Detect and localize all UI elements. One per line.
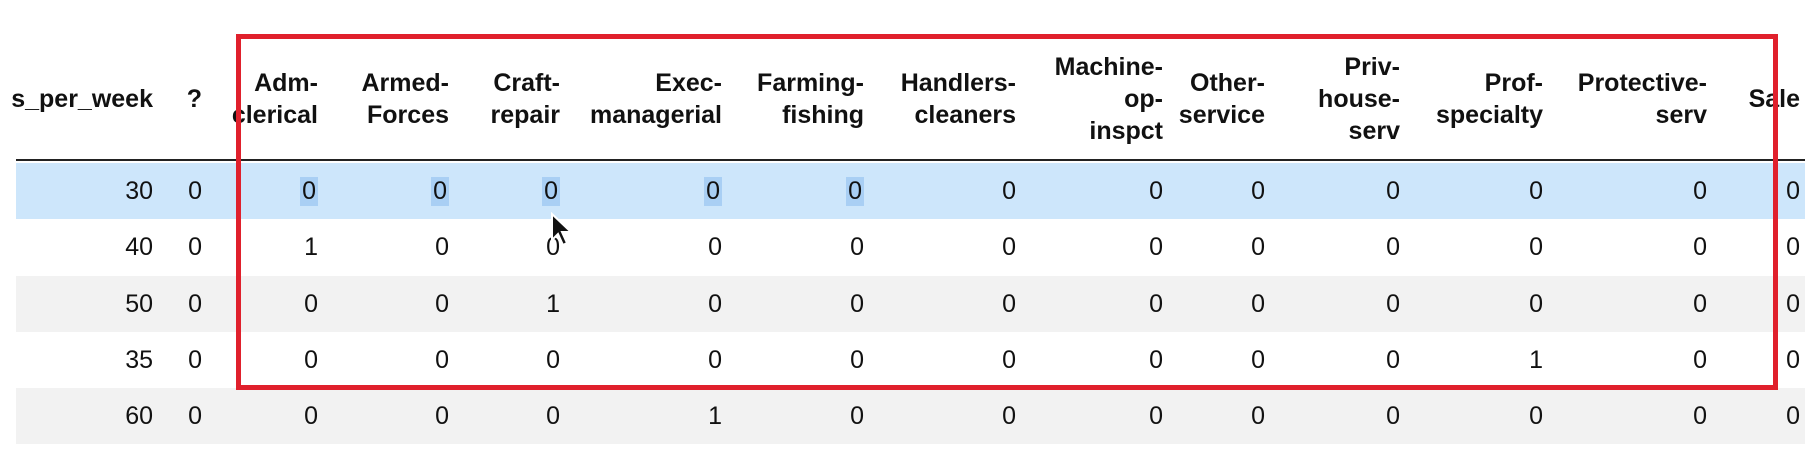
table-cell[interactable]: 0 <box>602 332 722 388</box>
table-cell[interactable]: 0 <box>198 276 318 332</box>
table-cell[interactable]: 1 <box>1423 332 1543 388</box>
table-cell[interactable]: 0 <box>1145 276 1265 332</box>
table-cell[interactable]: 0 <box>1423 163 1543 219</box>
table-row[interactable]: 40 0 1 0 0 0 0 0 0 0 0 0 0 0 <box>16 219 1805 275</box>
table-cell[interactable]: 0 <box>1280 276 1400 332</box>
table-cell[interactable]: 0 <box>744 388 864 444</box>
table-row[interactable]: 35 0 0 0 0 0 0 0 0 0 0 1 0 0 <box>16 332 1805 388</box>
table-cell[interactable]: 0 <box>896 388 1016 444</box>
table-cell[interactable]: 0 <box>82 276 202 332</box>
table-cell[interactable]: 0 <box>1680 388 1800 444</box>
header-divider <box>16 159 1805 161</box>
table-cell[interactable]: 0 <box>1680 332 1800 388</box>
table-cell[interactable]: 0 <box>896 219 1016 275</box>
column-header[interactable]: Sale <box>1580 40 1800 158</box>
table-cell[interactable]: 0 <box>82 163 202 219</box>
mouse-cursor-icon <box>551 212 574 247</box>
table-cell[interactable]: 0 <box>1680 219 1800 275</box>
table-cell[interactable]: 1 <box>602 388 722 444</box>
table-cell[interactable]: 0 <box>744 332 864 388</box>
table-cell[interactable]: 0 <box>1280 219 1400 275</box>
table-cell[interactable]: 0 <box>1423 219 1543 275</box>
table-cell[interactable]: 0 <box>1680 163 1800 219</box>
table-cell[interactable]: 1 <box>440 276 560 332</box>
table-cell[interactable]: 0 <box>896 276 1016 332</box>
table-cell[interactable]: 0 <box>744 276 864 332</box>
table-cell[interactable]: 0 <box>1145 219 1265 275</box>
table-cell[interactable]: 0 <box>744 163 864 219</box>
table-cell[interactable]: 0 <box>1280 163 1400 219</box>
table-row[interactable]: 50 0 0 0 1 0 0 0 0 0 0 0 0 0 <box>16 276 1805 332</box>
table-cell[interactable]: 0 <box>198 332 318 388</box>
table-cell[interactable]: 0 <box>440 163 560 219</box>
table-row[interactable]: 30 0 0 0 0 0 0 0 0 0 0 0 0 0 <box>16 163 1805 219</box>
table-cell[interactable]: 0 <box>1145 332 1265 388</box>
table-cell[interactable]: 0 <box>329 219 449 275</box>
table-cell[interactable]: 0 <box>1280 388 1400 444</box>
dataframe-table: s_per_week? Adm- clerical Armed- Forces Cra… <box>0 0 1805 462</box>
table-cell[interactable]: 0 <box>602 163 722 219</box>
table-cell[interactable]: 0 <box>329 332 449 388</box>
table-cell[interactable]: 0 <box>329 163 449 219</box>
table-cell[interactable]: 0 <box>440 388 560 444</box>
table-cell[interactable]: 0 <box>82 219 202 275</box>
table-cell[interactable]: 0 <box>440 219 560 275</box>
table-cell[interactable]: 0 <box>1145 388 1265 444</box>
table-cell[interactable]: 0 <box>896 163 1016 219</box>
table-cell[interactable]: 0 <box>1145 163 1265 219</box>
table-cell[interactable]: 0 <box>198 163 318 219</box>
table-cell[interactable]: 0 <box>1423 276 1543 332</box>
table-cell[interactable]: 0 <box>1680 276 1800 332</box>
table-cell[interactable]: 0 <box>896 332 1016 388</box>
table-cell[interactable]: 0 <box>440 332 560 388</box>
table-cell[interactable]: 0 <box>82 332 202 388</box>
table-cell[interactable]: 0 <box>602 276 722 332</box>
table-cell[interactable]: 0 <box>329 276 449 332</box>
table-cell[interactable]: 0 <box>1280 332 1400 388</box>
table-cell[interactable]: 0 <box>82 388 202 444</box>
table-cell[interactable]: 0 <box>1423 388 1543 444</box>
table-cell[interactable]: 1 <box>198 219 318 275</box>
table-cell[interactable]: 0 <box>602 219 722 275</box>
table-cell[interactable]: 0 <box>744 219 864 275</box>
table-cell[interactable]: 0 <box>329 388 449 444</box>
table-row[interactable]: 60 0 0 0 0 1 0 0 0 0 0 0 0 0 <box>16 388 1805 444</box>
table-cell[interactable]: 0 <box>198 388 318 444</box>
